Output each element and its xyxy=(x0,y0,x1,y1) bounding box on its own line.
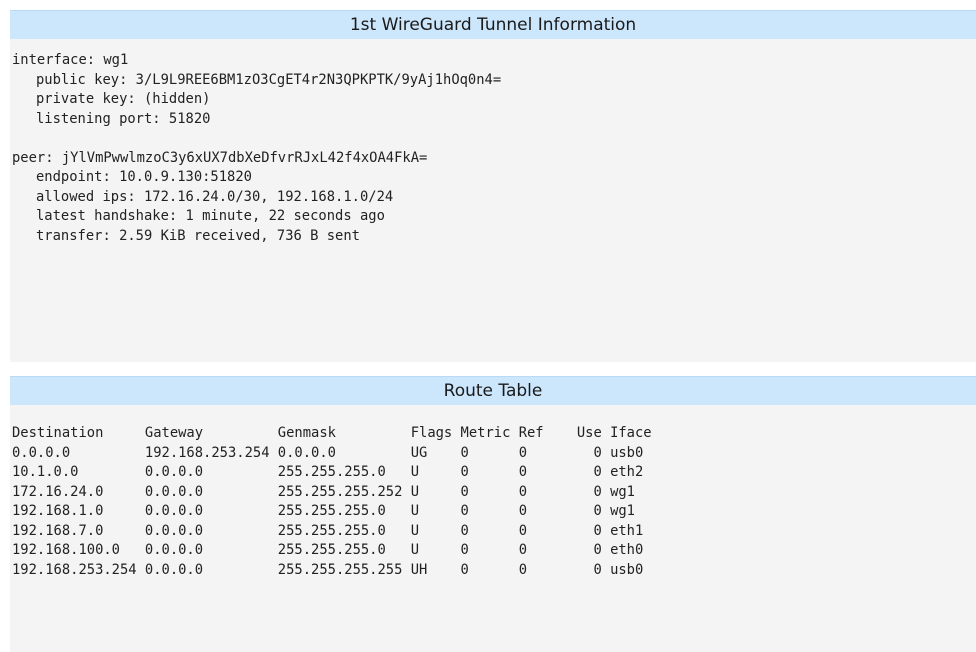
latest-handshake-line: latest handshake: 1 minute, 22 seconds a… xyxy=(36,208,385,224)
route-row: 192.168.253.254 0.0.0.0 255.255.255.255 … xyxy=(12,561,644,578)
route-table-title: Route Table xyxy=(10,376,976,405)
endpoint-line: endpoint: 10.0.9.130:51820 xyxy=(36,169,252,185)
route-table-header: Destination Gateway Genmask Flags Metric… xyxy=(12,425,652,441)
wireguard-info-title: 1st WireGuard Tunnel Information xyxy=(10,10,976,39)
route-table-output: Destination Gateway Genmask Flags Metric… xyxy=(10,405,976,580)
route-row: 0.0.0.0 192.168.253.254 0.0.0.0 UG 0 0 0… xyxy=(12,444,644,461)
route-row: 192.168.7.0 0.0.0.0 255.255.255.0 U 0 0 … xyxy=(12,522,644,539)
private-key-line: private key: (hidden) xyxy=(36,91,211,107)
transfer-line: transfer: 2.59 KiB received, 736 B sent xyxy=(36,227,360,244)
interface-line: interface: wg1 xyxy=(12,52,129,68)
public-key-line: public key: 3/L9L9REE6BM1zO3CgET4r2N3QPK… xyxy=(36,71,502,88)
peer-line: peer: jYlVmPwwlmzoC3y6xUX7dbXeDfvrRJxL42… xyxy=(12,149,428,166)
route-row: 10.1.0.0 0.0.0.0 255.255.255.0 U 0 0 0 e… xyxy=(12,464,644,480)
route-row: 192.168.1.0 0.0.0.0 255.255.255.0 U 0 0 … xyxy=(12,503,635,519)
route-row: 172.16.24.0 0.0.0.0 255.255.255.252 U 0 … xyxy=(12,483,635,500)
wireguard-info-output: interface: wg1 public key: 3/L9L9REE6BM1z… xyxy=(10,39,976,246)
wireguard-info-panel: 1st WireGuard Tunnel Information interfa… xyxy=(10,10,976,362)
route-row: 192.168.100.0 0.0.0.0 255.255.255.0 U 0 … xyxy=(12,542,644,558)
route-table-panel: Route Table Destination Gateway Genmask … xyxy=(10,376,976,652)
allowed-ips-line: allowed ips: 172.16.24.0/30, 192.168.1.0… xyxy=(36,188,394,205)
listening-port-line: listening port: 51820 xyxy=(36,110,211,127)
